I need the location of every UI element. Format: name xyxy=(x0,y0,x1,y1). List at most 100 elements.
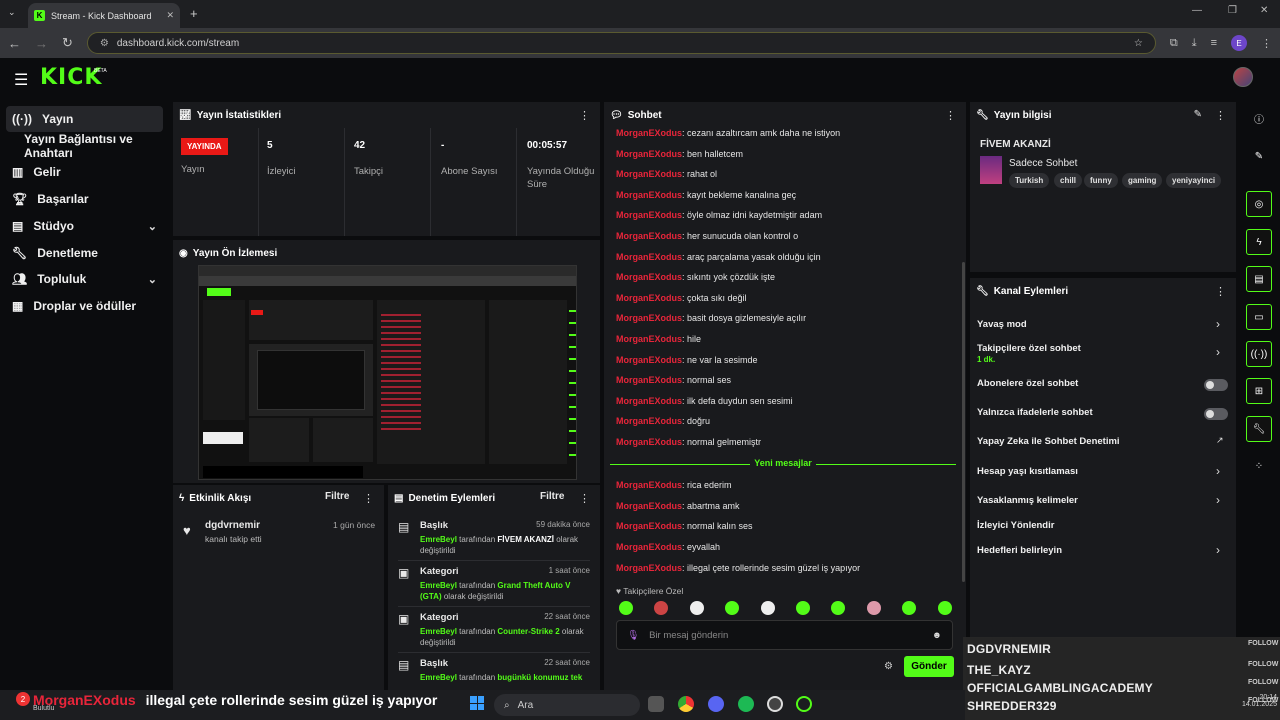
emote-icon[interactable] xyxy=(760,601,775,615)
emote-icon[interactable] xyxy=(866,601,881,615)
reload-icon[interactable]: ↻ xyxy=(62,35,73,51)
channel-action-8[interactable]: Hedefleri belirleyin xyxy=(977,545,1062,556)
activity-filter-button[interactable]: Filtre xyxy=(325,491,349,502)
task-view-icon[interactable] xyxy=(648,696,664,712)
emote-icon[interactable] xyxy=(689,601,704,615)
chat-username[interactable]: MorganEXodus xyxy=(616,149,682,159)
moderation-filter-button[interactable]: Filtre xyxy=(540,491,564,502)
lightning-icon[interactable]: ϟ xyxy=(1246,229,1272,255)
sidebar-item-yayin[interactable]: ((·)) Yayın xyxy=(6,106,163,132)
chevron-right-icon[interactable]: › xyxy=(1216,345,1220,359)
weather-badge[interactable]: 2 xyxy=(16,692,30,706)
profile-avatar[interactable]: E xyxy=(1231,35,1247,51)
chevron-right-icon[interactable]: › xyxy=(1216,543,1220,557)
sidebar-item-denetleme[interactable]: 🔧︎ Denetleme xyxy=(6,240,163,266)
back-icon[interactable]: ← xyxy=(8,36,21,51)
toggle-switch[interactable] xyxy=(1204,379,1228,391)
site-info-icon[interactable]: ⚙ xyxy=(100,38,109,49)
stream-preview-video[interactable] xyxy=(198,265,577,480)
moderation-actor[interactable]: EmreBeyl xyxy=(420,581,457,590)
chat-username[interactable]: MorganEXodus xyxy=(616,313,682,323)
channel-action-3[interactable]: Yalnızca ifadelerle sohbet xyxy=(977,407,1093,418)
activity-menu-icon[interactable]: ⋮ xyxy=(363,492,374,505)
edit-pencil-icon[interactable]: ✎ xyxy=(1194,109,1202,120)
discord-icon[interactable] xyxy=(708,696,724,712)
bookmark-star-icon[interactable]: ☆ xyxy=(1134,38,1143,49)
chat-username[interactable]: MorganEXodus xyxy=(616,521,682,531)
channel-action-6[interactable]: Yasaklanmış kelimeler xyxy=(977,495,1078,506)
url-field[interactable]: ⚙ dashboard.kick.com/stream ☆ xyxy=(86,32,1156,54)
camera-frame-icon[interactable]: ◎ xyxy=(1246,191,1272,217)
emote-icon[interactable] xyxy=(796,601,810,615)
microphone-icon[interactable]: 🎙︎ xyxy=(627,630,639,641)
tag-chip[interactable]: Turkish xyxy=(1009,173,1050,188)
close-window-icon[interactable]: ✕ xyxy=(1260,5,1268,16)
sidebar-item-topluluk[interactable]: 👥︎ Topluluk ⌄ xyxy=(6,266,163,292)
chat-icon[interactable]: ▭ xyxy=(1246,304,1272,330)
toggle-switch[interactable] xyxy=(1204,408,1228,420)
chat-username[interactable]: MorganEXodus xyxy=(616,190,682,200)
chat-username[interactable]: MorganEXodus xyxy=(616,169,682,179)
channel-action-5[interactable]: Hesap yaşı kısıtlaması xyxy=(977,466,1078,477)
tag-chip[interactable]: funny xyxy=(1084,173,1118,188)
chat-username[interactable]: MorganEXodus xyxy=(616,437,682,447)
user-avatar[interactable] xyxy=(1233,67,1253,87)
external-link-icon[interactable]: ↗ xyxy=(1216,435,1224,446)
chrome-icon[interactable] xyxy=(678,696,694,712)
chat-username[interactable]: MorganEXodus xyxy=(616,416,682,426)
stats-menu-icon[interactable]: ⋮ xyxy=(579,109,590,122)
chat-username[interactable]: MorganEXodus xyxy=(616,563,682,573)
sidebar-item-stream-key[interactable]: Yayın Bağlantısı ve Anahtarı xyxy=(18,132,170,160)
sidebar-item-droplar[interactable]: ▦ Droplar ve ödüller xyxy=(6,293,163,319)
forward-icon[interactable]: → xyxy=(35,36,48,51)
tag-chip[interactable]: yeniyayinci xyxy=(1166,173,1222,188)
media-icon[interactable]: ≡ xyxy=(1211,37,1217,49)
chat-scrollbar[interactable] xyxy=(962,262,965,582)
emote-icon[interactable] xyxy=(937,601,952,615)
chat-username[interactable]: MorganEXodus xyxy=(616,355,682,365)
maximize-icon[interactable]: ❐ xyxy=(1228,5,1237,16)
chat-username[interactable]: MorganEXodus xyxy=(616,252,682,262)
chat-username[interactable]: MorganEXodus xyxy=(616,293,682,303)
broadcast-icon[interactable]: ((·)) xyxy=(1246,341,1272,367)
chevron-right-icon[interactable]: › xyxy=(1216,317,1220,331)
chat-username[interactable]: MorganEXodus xyxy=(616,210,682,220)
chat-username[interactable]: MorganEXodus xyxy=(616,272,682,282)
chevron-right-icon[interactable]: › xyxy=(1216,493,1220,507)
edit-pencil-icon[interactable]: ✎ xyxy=(1246,143,1272,169)
minimize-icon[interactable]: — xyxy=(1192,5,1202,16)
chat-username[interactable]: MorganEXodus xyxy=(616,396,682,406)
category-name[interactable]: Sadece Sohbet xyxy=(1009,158,1077,169)
sidebar-item-gelir[interactable]: ▥ Gelir xyxy=(6,159,163,185)
kick-app-icon[interactable] xyxy=(796,696,812,712)
hamburger-menu-icon[interactable]: ☰ xyxy=(14,70,28,90)
new-tab-icon[interactable]: + xyxy=(190,6,198,21)
channel-action-1[interactable]: Takipçilere özel sohbet xyxy=(977,343,1081,354)
channel-action-0[interactable]: Yavaş mod xyxy=(977,319,1027,330)
browser-tab[interactable]: K Stream - Kick Dashboard ✕ xyxy=(28,3,180,28)
chat-username[interactable]: MorganEXodus xyxy=(616,334,682,344)
tag-chip[interactable]: chill xyxy=(1054,173,1083,188)
obs-icon[interactable] xyxy=(767,696,783,712)
info-circle-icon[interactable]: ⓘ xyxy=(1246,105,1272,131)
menu-kebab-icon[interactable]: ⋮ xyxy=(1261,37,1272,50)
moderation-actor[interactable]: EmreBeyl xyxy=(420,673,457,682)
spotify-icon[interactable] xyxy=(738,696,754,712)
chevron-right-icon[interactable]: › xyxy=(1216,464,1220,478)
chat-username[interactable]: MorganEXodus xyxy=(616,128,682,138)
moderation-menu-icon[interactable]: ⋮ xyxy=(579,492,590,505)
channel-action-7[interactable]: İzleyici Yönlendir xyxy=(977,520,1054,531)
chat-username[interactable]: MorganEXodus xyxy=(616,375,682,385)
activity-user[interactable]: dgdvrnemir xyxy=(205,520,260,531)
sidebar-item-studyo[interactable]: ▤ Stüdyo ⌄ xyxy=(6,213,163,239)
tag-chip[interactable]: gaming xyxy=(1122,173,1163,188)
tab-close-icon[interactable]: ✕ xyxy=(166,10,174,21)
emote-icon[interactable] xyxy=(619,601,633,615)
download-icon[interactable]: ⤓ xyxy=(1192,37,1197,50)
moderation-actor[interactable]: EmreBeyl xyxy=(420,627,457,636)
send-button[interactable]: Gönder xyxy=(904,656,954,677)
moderation-actor[interactable]: EmreBeyl xyxy=(420,535,457,544)
windows-start-icon[interactable] xyxy=(470,696,484,710)
wrench-icon[interactable]: 🔧︎ xyxy=(1246,416,1272,442)
layout-icon[interactable]: ⊞ xyxy=(1246,378,1272,404)
